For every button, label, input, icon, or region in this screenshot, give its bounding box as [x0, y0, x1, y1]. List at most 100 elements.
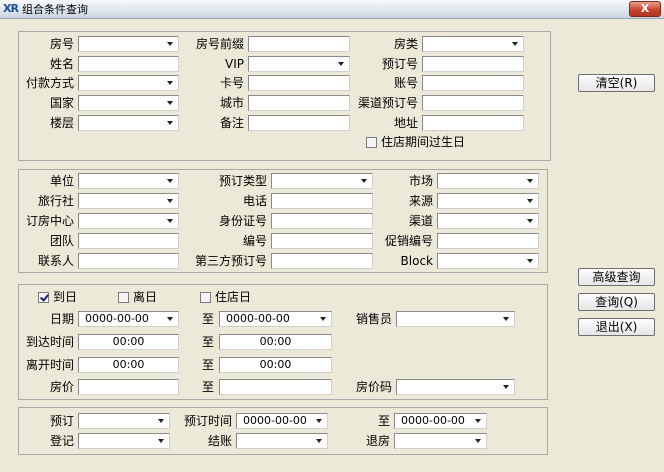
remark-input[interactable]	[248, 115, 350, 131]
address-input[interactable]	[422, 115, 524, 131]
date-from-picker[interactable]: 0000-00-00	[78, 311, 179, 327]
label-room-no: 房号	[49, 37, 74, 51]
birthday-label: 住店期间过生日	[381, 135, 466, 149]
travel-agency-combo[interactable]	[78, 193, 179, 209]
label-promo-code: 促销编号	[384, 234, 433, 248]
channel-res-no-input[interactable]	[422, 95, 524, 111]
label-channel-res-no: 渠道预订号	[357, 96, 418, 110]
checkout-user-combo[interactable]	[236, 433, 328, 449]
in-house-day-label: 住店日	[215, 290, 252, 304]
app-logo-icon: XR	[3, 2, 19, 15]
label-source: 来源	[408, 194, 433, 208]
rate-from-input[interactable]	[78, 379, 179, 395]
birthday-checkbox[interactable]: 住店期间过生日	[366, 135, 465, 149]
label-contact: 联系人	[37, 254, 74, 268]
label-register: 登记	[49, 434, 74, 448]
label-channel: 渠道	[408, 214, 433, 228]
departure-time-from-input[interactable]: 00:00	[78, 357, 179, 373]
departure-time-to-input[interactable]: 00:00	[219, 357, 332, 373]
reserve-time-from-picker[interactable]: 0000-00-00	[236, 413, 328, 429]
query-button[interactable]: 查询(Q)	[578, 293, 655, 311]
rate-code-combo[interactable]	[396, 379, 515, 395]
exit-button[interactable]: 退出(X)	[578, 318, 655, 336]
register-user-combo[interactable]	[78, 433, 170, 449]
group-input[interactable]	[78, 233, 179, 249]
label-account-no: 账号	[393, 76, 418, 90]
label-travel-agency: 旅行社	[37, 194, 74, 208]
checkbox-box	[200, 291, 211, 303]
block-combo[interactable]	[437, 253, 539, 269]
market-combo[interactable]	[437, 173, 539, 189]
label-address: 地址	[393, 116, 418, 130]
label-rate-code: 房价码	[355, 380, 392, 394]
source-combo[interactable]	[437, 193, 539, 209]
arrival-day-checkbox[interactable]: 到日	[38, 290, 77, 304]
checkbox-box	[118, 291, 129, 303]
reserve-user-combo[interactable]	[78, 413, 170, 429]
label-checkout: 结账	[207, 434, 232, 448]
label-to: 至	[202, 358, 215, 372]
checkbox-box	[366, 136, 377, 148]
floor-combo[interactable]	[78, 115, 179, 131]
advanced-query-button[interactable]: 高级查询	[578, 268, 655, 286]
arrival-time-to-input[interactable]: 00:00	[219, 334, 332, 350]
reservation-no-input[interactable]	[422, 56, 524, 72]
label-country: 国家	[49, 96, 74, 110]
label-market: 市场	[408, 174, 433, 188]
label-id-card: 身份证号	[218, 214, 267, 228]
rate-to-input[interactable]	[219, 379, 332, 395]
label-phone: 电话	[242, 194, 267, 208]
check-out-room-user-combo[interactable]	[394, 433, 487, 449]
close-button[interactable]: X	[629, 1, 661, 17]
res-type-combo[interactable]	[271, 173, 373, 189]
code-input[interactable]	[271, 233, 373, 249]
company-combo[interactable]	[78, 173, 179, 189]
label-vip: VIP	[225, 57, 244, 71]
label-room-type: 房类	[393, 37, 418, 51]
contact-input[interactable]	[78, 253, 179, 269]
title-bar: XR 组合条件查询 X	[0, 0, 664, 19]
label-res-type: 预订类型	[218, 174, 267, 188]
booking-center-combo[interactable]	[78, 213, 179, 229]
room-no-combo[interactable]	[78, 36, 179, 52]
account-no-input[interactable]	[422, 75, 524, 91]
reserve-time-to-picker[interactable]: 0000-00-00	[394, 413, 487, 429]
label-check-out-room: 退房	[365, 434, 390, 448]
id-card-input[interactable]	[271, 213, 373, 229]
room-type-combo[interactable]	[422, 36, 524, 52]
label-reserve-time: 预订时间	[183, 414, 232, 428]
in-house-day-checkbox[interactable]: 住店日	[200, 290, 251, 304]
date-to-picker[interactable]: 0000-00-00	[219, 311, 332, 327]
room-prefix-input[interactable]	[248, 36, 350, 52]
country-combo[interactable]	[78, 95, 179, 111]
channel-combo[interactable]	[437, 213, 539, 229]
label-to: 至	[202, 380, 215, 394]
label-floor: 楼层	[49, 116, 74, 130]
label-departure-time: 离开时间	[25, 358, 74, 372]
vip-combo[interactable]	[248, 56, 350, 72]
city-input[interactable]	[248, 95, 350, 111]
label-name: 姓名	[49, 57, 74, 71]
departure-day-checkbox[interactable]: 离日	[118, 290, 157, 304]
label-third-party-res-no: 第三方预订号	[194, 254, 267, 268]
label-reservation-no: 预订号	[381, 57, 418, 71]
label-remark: 备注	[219, 116, 244, 130]
name-input[interactable]	[78, 56, 179, 72]
promo-code-input[interactable]	[437, 233, 539, 249]
arrival-time-from-input[interactable]: 00:00	[78, 334, 179, 350]
label-booking-center: 订房中心	[25, 214, 74, 228]
label-to: 至	[202, 312, 215, 326]
label-card-no: 卡号	[219, 76, 244, 90]
arrival-day-label: 到日	[53, 290, 78, 304]
card-no-input[interactable]	[248, 75, 350, 91]
label-date: 日期	[49, 312, 74, 326]
label-to: 至	[377, 414, 390, 428]
payment-combo[interactable]	[78, 75, 179, 91]
label-rate: 房价	[49, 380, 74, 394]
phone-input[interactable]	[271, 193, 373, 209]
clear-button[interactable]: 清空(R)	[578, 74, 655, 92]
salesperson-combo[interactable]	[396, 311, 515, 327]
label-to: 至	[202, 335, 215, 349]
third-party-res-no-input[interactable]	[271, 253, 373, 269]
label-salesperson: 销售员	[355, 312, 392, 326]
